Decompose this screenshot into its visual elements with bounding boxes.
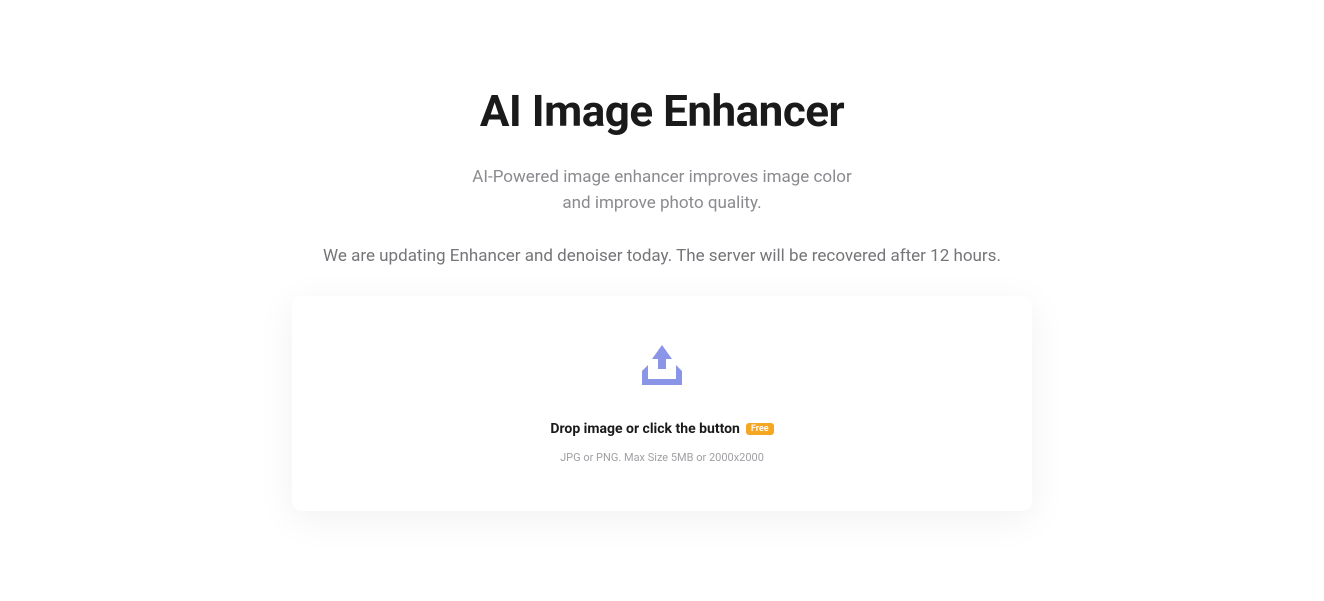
- upload-icon: [634, 343, 690, 391]
- free-badge: Free: [746, 423, 774, 436]
- upload-dropzone[interactable]: Drop image or click the button Free JPG …: [292, 296, 1032, 511]
- subtitle-line1: AI-Powered image enhancer improves image…: [472, 165, 851, 191]
- page-title: AI Image Enhancer: [480, 85, 844, 137]
- subtitle-line2: and improve photo quality.: [562, 191, 761, 217]
- file-hint: JPG or PNG. Max Size 5MB or 2000x2000: [560, 451, 764, 464]
- maintenance-notice: We are updating Enhancer and denoiser to…: [323, 246, 1001, 266]
- drop-text-row: Drop image or click the button Free: [550, 421, 773, 437]
- drop-text: Drop image or click the button: [550, 421, 739, 437]
